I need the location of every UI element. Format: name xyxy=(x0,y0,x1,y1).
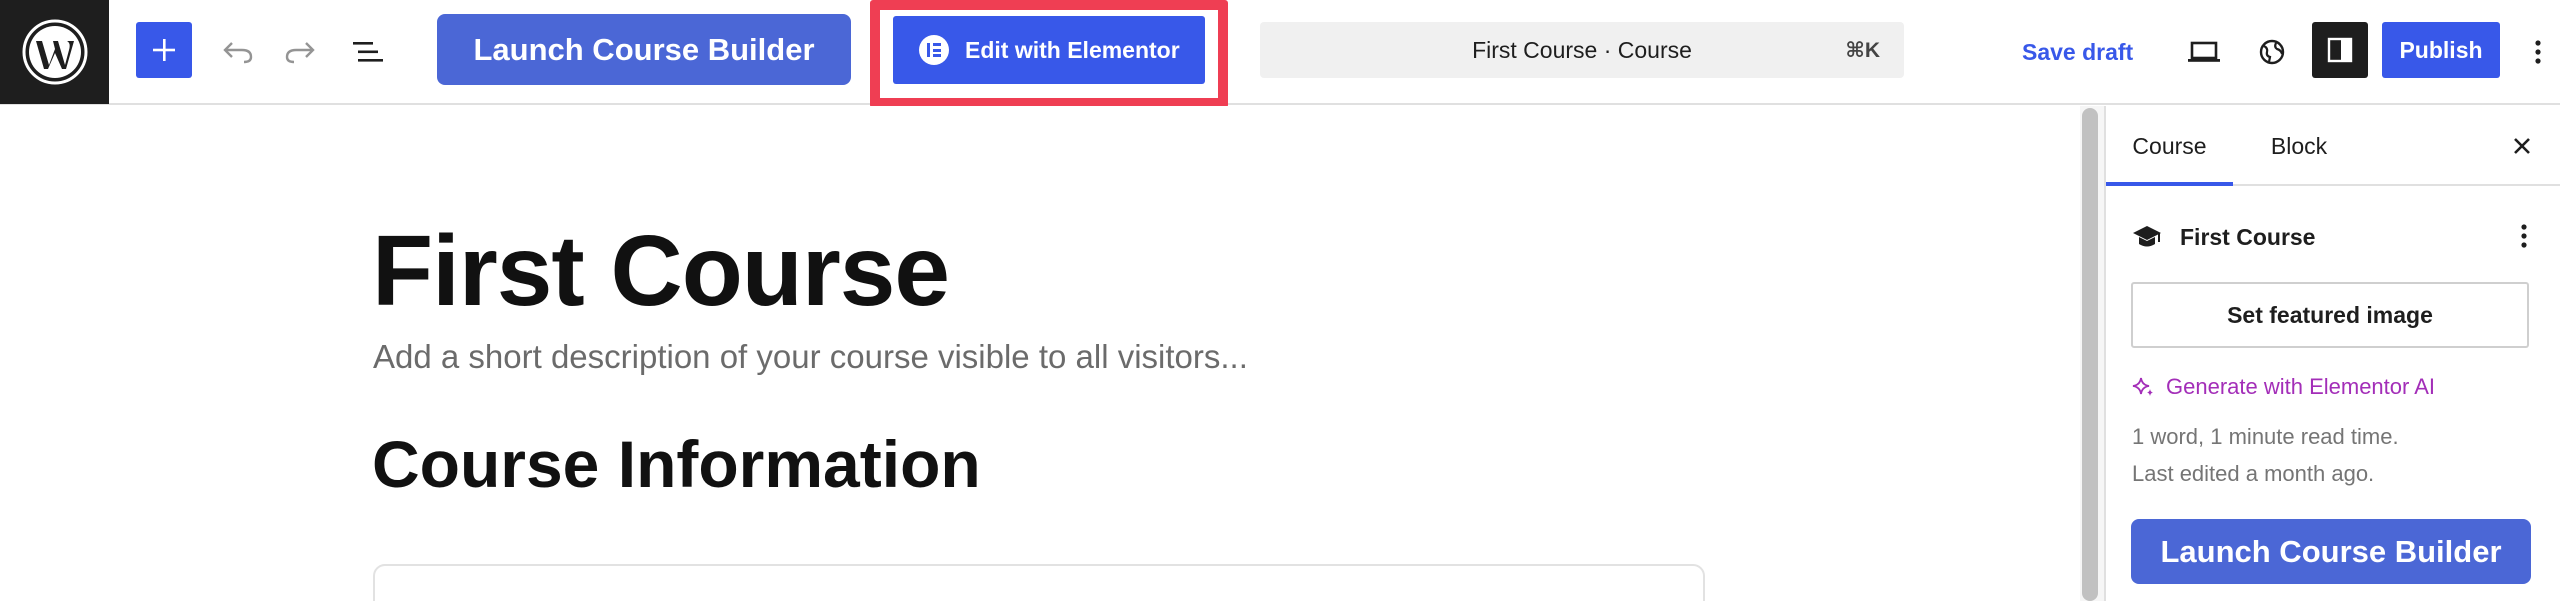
document-overview-button[interactable] xyxy=(342,26,394,78)
generate-with-elementor-ai-link[interactable]: Generate with Elementor AI xyxy=(2132,362,2435,412)
word-count-text: 1 word, 1 minute read time. xyxy=(2132,424,2399,449)
course-information-heading[interactable]: Course Information xyxy=(372,426,981,502)
preview-button[interactable] xyxy=(2178,26,2230,78)
more-vertical-icon xyxy=(2535,40,2541,64)
sidebar-tabs: Course Block xyxy=(2106,106,2560,186)
tab-course[interactable]: Course xyxy=(2106,106,2233,186)
redo-button[interactable] xyxy=(274,26,326,78)
generate-ai-label: Generate with Elementor AI xyxy=(2166,374,2436,399)
course-information-block[interactable] xyxy=(373,564,1705,601)
tab-block[interactable]: Block xyxy=(2259,106,2339,186)
more-vertical-icon xyxy=(2521,224,2527,248)
wordpress-logo-icon[interactable] xyxy=(0,0,109,104)
settings-sidebar-toggle[interactable] xyxy=(2312,22,2368,78)
editor-header: Launch Course Builder Edit with Elemento… xyxy=(0,0,2560,108)
add-block-button[interactable] xyxy=(136,22,192,78)
sidebar-icon xyxy=(2327,37,2353,63)
settings-sidebar: Course Block First Course Set featured i… xyxy=(2106,106,2560,601)
undo-icon xyxy=(223,42,253,64)
desktop-preview-icon xyxy=(2188,41,2220,62)
document-card-title: First Course xyxy=(2180,223,2316,250)
options-menu-button[interactable] xyxy=(2518,26,2558,78)
document-card: First Course xyxy=(2132,212,2542,262)
view-post-button[interactable] xyxy=(2246,26,2298,78)
post-title[interactable]: First Course xyxy=(372,214,950,329)
close-icon xyxy=(2514,138,2530,154)
globe-icon xyxy=(2259,39,2285,65)
active-tab-indicator xyxy=(2106,182,2233,186)
document-title: First Course · Course xyxy=(1472,36,1692,63)
editor-scrollbar-thumb[interactable] xyxy=(2082,108,2098,601)
sidebar-launch-course-builder-button[interactable]: Launch Course Builder xyxy=(2131,519,2531,584)
plus-icon xyxy=(153,39,175,61)
undo-button[interactable] xyxy=(212,26,264,78)
document-actions-button[interactable] xyxy=(2506,216,2542,256)
excerpt-field[interactable]: Add a short description of your course v… xyxy=(373,338,1248,376)
list-view-icon xyxy=(353,42,383,62)
set-featured-image-button[interactable]: Set featured image xyxy=(2131,282,2529,348)
launch-course-builder-button[interactable]: Launch Course Builder xyxy=(437,14,851,85)
command-palette-bar[interactable]: First Course · Course ⌘K xyxy=(1260,22,1904,78)
edit-with-elementor-label: Edit with Elementor xyxy=(965,36,1180,63)
sparkle-icon xyxy=(2132,377,2153,396)
elementor-logo-icon xyxy=(919,35,949,65)
close-sidebar-button[interactable] xyxy=(2500,124,2544,168)
redo-icon xyxy=(285,42,315,64)
edit-with-elementor-button[interactable]: Edit with Elementor xyxy=(893,16,1205,84)
last-edited-text: Last edited a month ago. xyxy=(2132,461,2375,486)
save-draft-button[interactable]: Save draft xyxy=(2022,26,2133,78)
editor-canvas: First Course Add a short description of … xyxy=(0,106,2080,601)
graduation-cap-icon xyxy=(2133,226,2161,247)
command-shortcut: ⌘K xyxy=(1845,38,1880,62)
publish-button[interactable]: Publish xyxy=(2382,22,2500,78)
